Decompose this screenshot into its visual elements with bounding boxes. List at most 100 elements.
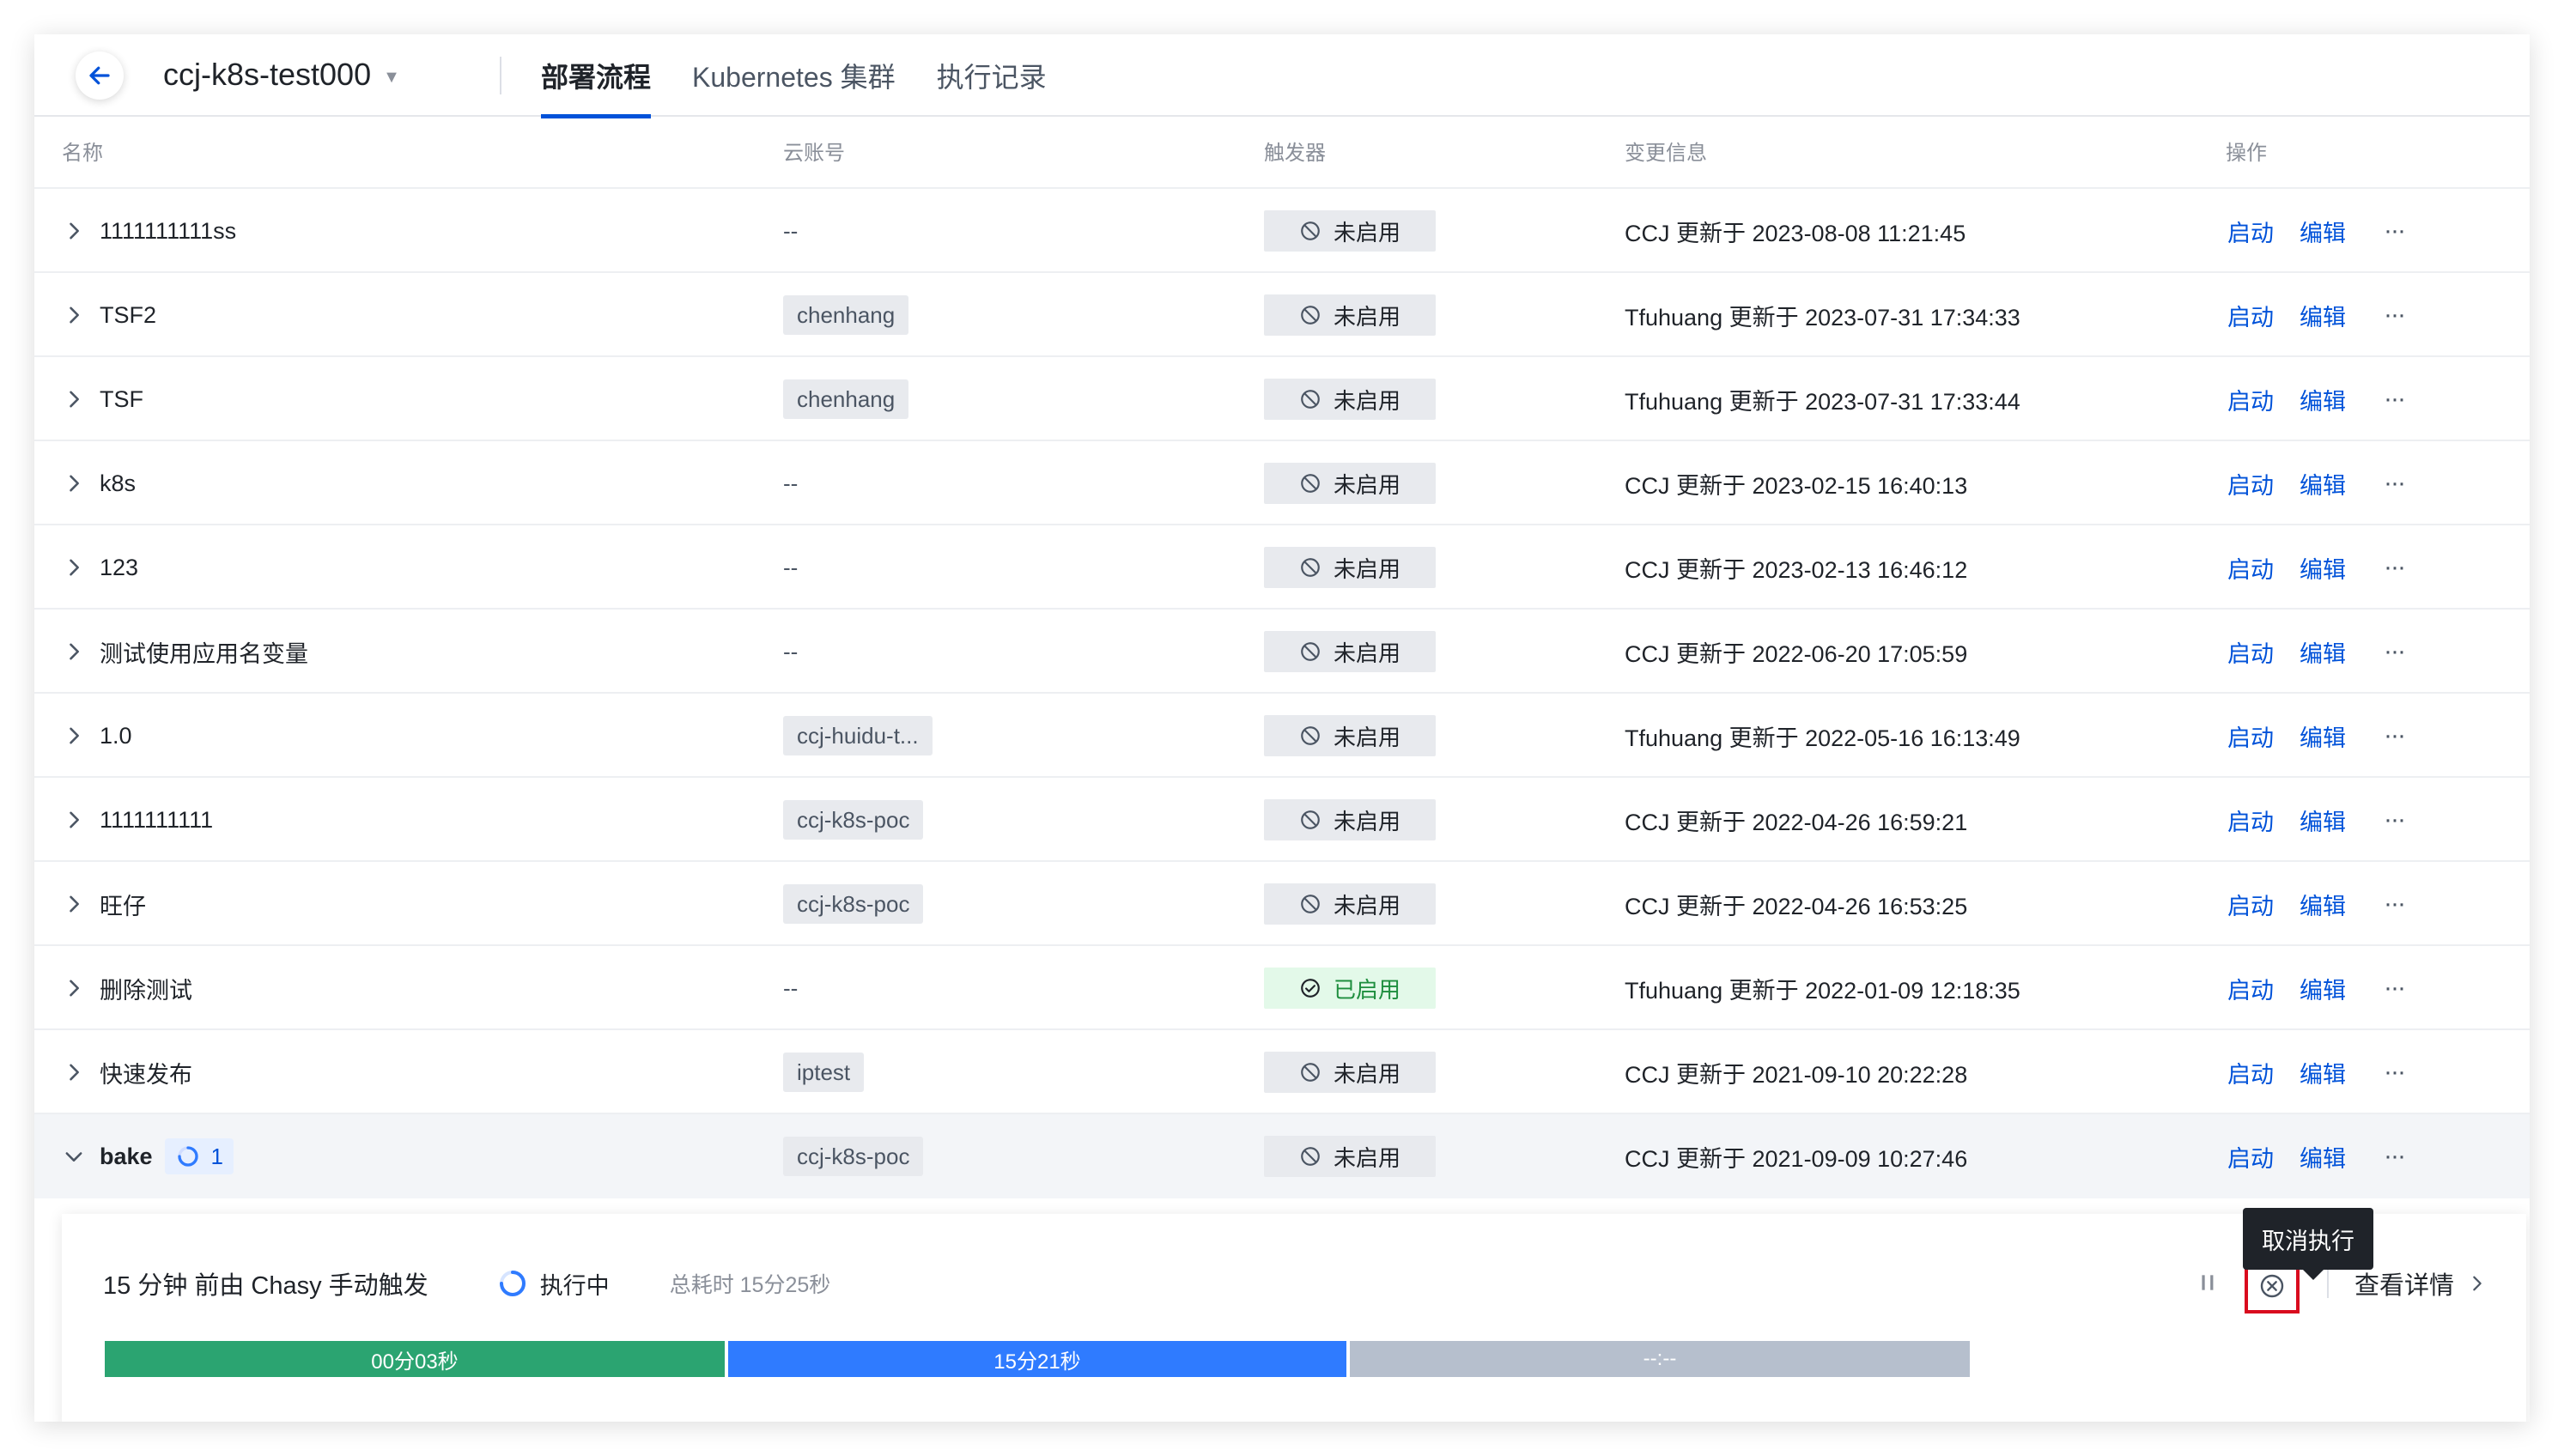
pipeline-name[interactable]: 1111111111ss (100, 218, 236, 245)
edit-link[interactable]: 编辑 (2300, 1140, 2346, 1174)
tab-deploy-flow[interactable]: 部署流程 (541, 34, 652, 118)
more-icon[interactable]: ··· (2384, 891, 2406, 917)
start-link[interactable]: 启动 (2227, 1056, 2274, 1089)
stage-segment-running[interactable]: 15分21秒 (728, 1341, 1346, 1377)
start-link[interactable]: 启动 (2227, 215, 2274, 248)
edit-link[interactable]: 编辑 (2300, 551, 2346, 585)
table-row[interactable]: 1.0 ccj-huidu-t... 未启用 Tfuhuang 更新于 2022-05… (34, 694, 2530, 778)
chevron-right-icon[interactable] (62, 303, 86, 327)
table-row[interactable]: 删除测试 -- 已启用 Tfuhuang 更新于 2022-01-09 12:18:3… (34, 946, 2530, 1030)
edit-link[interactable]: 编辑 (2300, 383, 2346, 416)
chevron-right-icon[interactable] (62, 808, 86, 832)
table-row[interactable]: TSF2 chenhang 未启用 Tfuhuang 更新于 2023-07-31 1… (34, 273, 2530, 357)
name-cell: 测试使用应用名变量 (62, 610, 308, 694)
more-icon[interactable]: ··· (2384, 218, 2406, 244)
trigger-cell: 未启用 (1264, 862, 1436, 946)
chevron-right-icon[interactable] (62, 555, 86, 579)
header: ccj-k8s-test000 ▼ 部署流程 Kubernetes 集群 执行记… (34, 34, 2530, 118)
start-link[interactable]: 启动 (2227, 972, 2274, 1005)
start-link[interactable]: 启动 (2227, 804, 2274, 837)
trigger-cell: 未启用 (1264, 189, 1436, 273)
edit-link[interactable]: 编辑 (2300, 804, 2346, 837)
more-icon[interactable]: ··· (2384, 1059, 2406, 1085)
pipeline-name[interactable]: 1.0 (100, 723, 132, 749)
chevron-right-icon[interactable] (62, 640, 86, 664)
table-row[interactable]: bake 1 ccj-k8s-poc 未启用 CCJ 更新于 2021-09-09 10… (34, 1114, 2530, 1198)
pipeline-name[interactable]: 测试使用应用名变量 (100, 635, 308, 669)
ops-cell: 启动 编辑 ··· (2227, 694, 2406, 778)
edit-link[interactable]: 编辑 (2300, 1056, 2346, 1089)
table-row[interactable]: k8s -- 未启用 CCJ 更新于 2023-02-15 16:40:13 启动 编辑 ·… (34, 441, 2530, 525)
disabled-icon (1299, 1061, 1321, 1083)
running-count-badge[interactable]: 1 (164, 1138, 234, 1174)
back-button[interactable] (76, 52, 124, 100)
trigger-cell: 未启用 (1264, 357, 1436, 441)
table-row[interactable]: TSF chenhang 未启用 Tfuhuang 更新于 2023-07-31 17… (34, 357, 2530, 441)
more-icon[interactable]: ··· (2384, 975, 2406, 1001)
view-details-link[interactable]: 查看详情 (2354, 1262, 2487, 1305)
edit-link[interactable]: 编辑 (2300, 888, 2346, 921)
start-link[interactable]: 启动 (2227, 635, 2274, 669)
chevron-right-icon[interactable] (62, 892, 86, 916)
more-icon[interactable]: ··· (2384, 555, 2406, 580)
pipeline-name[interactable]: 快速发布 (100, 1056, 192, 1089)
pipeline-name[interactable]: TSF2 (100, 302, 156, 329)
table-row[interactable]: 测试使用应用名变量 -- 未启用 CCJ 更新于 2022-06-20 17:05:5… (34, 610, 2530, 694)
start-link[interactable]: 启动 (2227, 467, 2274, 500)
chevron-right-icon[interactable] (62, 387, 86, 411)
stage-segment-pending[interactable]: --:-- (1350, 1341, 1970, 1377)
tab-execution-records[interactable]: 执行记录 (937, 34, 1047, 117)
edit-link[interactable]: 编辑 (2300, 467, 2346, 500)
more-icon[interactable]: ··· (2384, 470, 2406, 496)
start-link[interactable]: 启动 (2227, 888, 2274, 921)
chevron-right-icon[interactable] (62, 219, 86, 243)
table-row[interactable]: 旺仔 ccj-k8s-poc 未启用 CCJ 更新于 2022-04-26 16:53… (34, 862, 2530, 946)
disabled-icon (1299, 1145, 1321, 1168)
pipeline-name[interactable]: bake (100, 1144, 153, 1170)
pipeline-name[interactable]: 123 (100, 555, 138, 581)
chevron-right-icon[interactable] (62, 471, 86, 495)
table-row[interactable]: 123 -- 未启用 CCJ 更新于 2023-02-13 16:46:12 启动 编辑 ·… (34, 525, 2530, 610)
running-status: 执行中 (497, 1267, 610, 1301)
pipeline-name[interactable]: 1111111111 (100, 807, 213, 834)
table-row[interactable]: 1111111111 ccj-k8s-poc 未启用 CCJ 更新于 2022-04-… (34, 778, 2530, 862)
more-icon[interactable]: ··· (2384, 1144, 2406, 1169)
chevron-down-icon[interactable] (62, 1144, 86, 1168)
edit-link[interactable]: 编辑 (2300, 215, 2346, 248)
edit-link[interactable]: 编辑 (2300, 635, 2346, 669)
trigger-status-label: 未启用 (1333, 1060, 1400, 1087)
more-icon[interactable]: ··· (2384, 302, 2406, 328)
start-link[interactable]: 启动 (2227, 551, 2274, 585)
stage-segment-completed[interactable]: 00分03秒 (105, 1341, 725, 1377)
more-icon[interactable]: ··· (2384, 723, 2406, 749)
pipeline-name[interactable]: 删除测试 (100, 972, 192, 1005)
start-link[interactable]: 启动 (2227, 299, 2274, 332)
account-cell: ccj-k8s-poc (783, 862, 924, 946)
name-cell: 快速发布 (62, 1030, 192, 1114)
edit-link[interactable]: 编辑 (2300, 299, 2346, 332)
tab-kubernetes-cluster[interactable]: Kubernetes 集群 (692, 34, 896, 117)
edit-link[interactable]: 编辑 (2300, 719, 2346, 753)
ops-cell: 启动 编辑 ··· (2227, 189, 2406, 273)
cancel-execution-tooltip: 取消执行 (2243, 1208, 2373, 1280)
edit-link[interactable]: 编辑 (2300, 972, 2346, 1005)
more-icon[interactable]: ··· (2384, 807, 2406, 833)
start-link[interactable]: 启动 (2227, 1140, 2274, 1174)
project-selector[interactable]: ccj-k8s-test000 ▼ (163, 53, 400, 96)
more-icon[interactable]: ··· (2384, 386, 2406, 412)
start-link[interactable]: 启动 (2227, 719, 2274, 753)
chevron-right-icon[interactable] (62, 976, 86, 1000)
loading-spinner-icon (175, 1144, 201, 1169)
pipeline-name[interactable]: 旺仔 (100, 888, 146, 921)
pipeline-name[interactable]: k8s (100, 470, 136, 497)
table-row[interactable]: 快速发布 iptest 未启用 CCJ 更新于 2021-09-10 20:22:28… (34, 1030, 2530, 1114)
pipeline-name[interactable]: TSF (100, 386, 143, 413)
account-tag: iptest (783, 1053, 865, 1092)
chevron-right-icon[interactable] (62, 1060, 86, 1084)
table-row[interactable]: 1111111111ss -- 未启用 CCJ 更新于 2023-08-08 11:2… (34, 189, 2530, 273)
change-info: CCJ 更新于 2022-04-26 16:53:25 (1625, 893, 1968, 919)
more-icon[interactable]: ··· (2384, 639, 2406, 664)
pause-button[interactable] (2193, 1267, 2224, 1298)
chevron-right-icon[interactable] (62, 724, 86, 748)
start-link[interactable]: 启动 (2227, 383, 2274, 416)
